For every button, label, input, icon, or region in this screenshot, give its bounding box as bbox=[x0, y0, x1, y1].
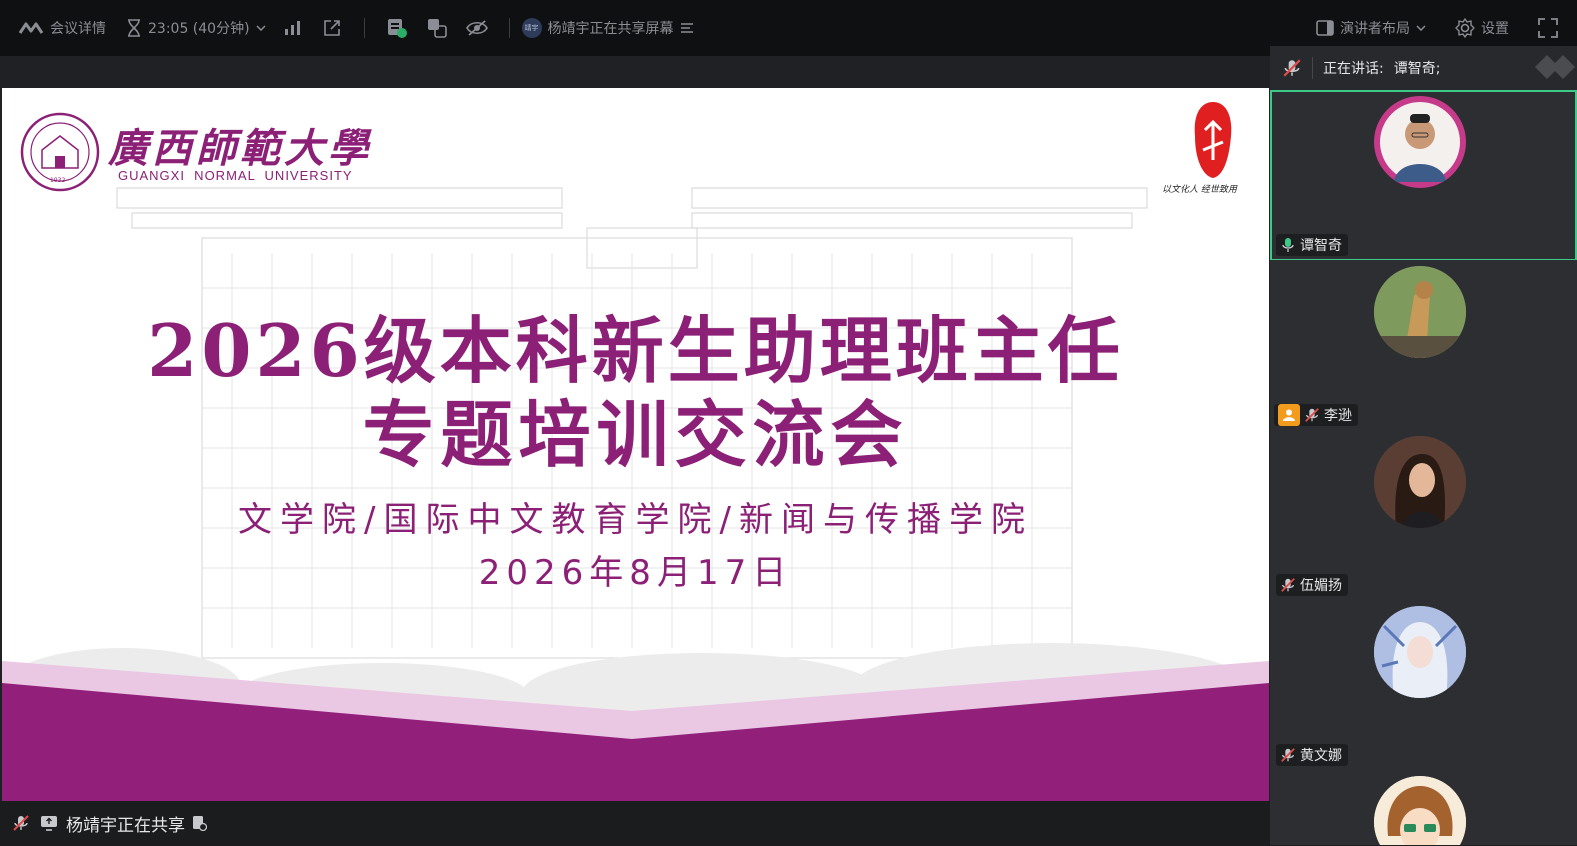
toolbar-divider bbox=[363, 18, 365, 38]
document-small-icon bbox=[193, 816, 207, 831]
participant-name-tag: 李逊 bbox=[1274, 404, 1358, 426]
share-status-text: 杨靖宇正在共享 bbox=[66, 815, 185, 836]
pop-out-button[interactable] bbox=[320, 16, 344, 40]
participant-name-tag: 谭智奇 bbox=[1276, 234, 1348, 256]
meeting-timer[interactable]: 23:05 (40分钟) bbox=[126, 0, 266, 56]
slide-title-line2: 专题培训交流会 bbox=[362, 392, 909, 477]
college-motto: 以文化人 经世致用 bbox=[1162, 185, 1237, 195]
fullscreen-icon bbox=[1538, 18, 1558, 38]
translation-button[interactable] bbox=[425, 16, 449, 40]
layout-icon bbox=[1316, 20, 1334, 36]
university-name-cn: 廣西師範大學 bbox=[108, 125, 372, 172]
eye-off-icon bbox=[465, 20, 488, 36]
avatar bbox=[1374, 436, 1466, 528]
collapse-panel-icon[interactable] bbox=[1527, 52, 1577, 82]
signal-stats-button[interactable] bbox=[280, 16, 304, 40]
hide-annotation-button[interactable] bbox=[465, 16, 489, 40]
fullscreen-button[interactable] bbox=[1536, 16, 1560, 40]
person-badge-icon bbox=[1278, 404, 1300, 426]
slide-footer-banner bbox=[2, 661, 1269, 801]
mic-muted-icon bbox=[1305, 408, 1319, 422]
university-name-en: GUANGXI NORMAL UNIVERSITY bbox=[118, 168, 353, 183]
shared-screen-area: 1932 廣西師範大學 GUANGXI NORMAL UNIVERSITY 以文… bbox=[0, 56, 1270, 845]
list-icon bbox=[680, 23, 693, 33]
sharing-indicator[interactable]: 靖宇 杨靖宇正在共享屏幕 bbox=[521, 0, 694, 56]
speaking-indicator: 正在讲话: 谭智奇; bbox=[1270, 46, 1577, 91]
participant-tile[interactable]: 谭智奇 bbox=[1270, 90, 1577, 261]
mic-muted-icon bbox=[1281, 578, 1295, 592]
document-badge-icon bbox=[387, 19, 407, 38]
external-link-icon bbox=[323, 20, 340, 36]
participant-name-tag: 黄文娜 bbox=[1276, 744, 1348, 766]
timer-text: 23:05 (40分钟) bbox=[148, 21, 250, 37]
participant-panel: 正在讲话: 谭智奇; 谭智奇 李逊 伍媚扬 黄文娜 bbox=[1270, 46, 1577, 846]
sharing-status-text: 杨靖宇正在共享屏幕 bbox=[547, 21, 674, 37]
participant-tile[interactable]: 李逊 bbox=[1270, 260, 1577, 431]
mic-muted-icon bbox=[1281, 748, 1295, 762]
participant-name: 李逊 bbox=[1324, 408, 1352, 424]
meeting-info-label: 会议详情 bbox=[50, 21, 106, 37]
toolbar-divider bbox=[508, 18, 510, 38]
participant-tile[interactable]: 伍媚扬 bbox=[1270, 430, 1577, 601]
participant-name: 谭智奇 bbox=[1300, 238, 1342, 254]
seal-year: 1932 bbox=[50, 177, 66, 184]
speaking-name: 谭智奇; bbox=[1393, 61, 1441, 77]
avatar bbox=[1374, 606, 1466, 698]
meeting-info-button[interactable]: 会议详情 bbox=[18, 0, 106, 56]
layout-label: 演讲者布局 bbox=[1340, 21, 1410, 37]
avatar bbox=[1374, 266, 1466, 358]
signal-bars-icon bbox=[284, 21, 300, 35]
avatar bbox=[1374, 776, 1466, 845]
mic-active-icon bbox=[1282, 238, 1294, 252]
divider bbox=[1312, 57, 1313, 79]
slide-subtitle-line2: 2026年8月17日 bbox=[478, 553, 793, 593]
chevron-down-icon bbox=[256, 25, 266, 31]
mic-muted-icon[interactable] bbox=[1282, 58, 1302, 78]
college-emblem-logo bbox=[1194, 102, 1232, 178]
share-status-bar: 杨靖宇正在共享 bbox=[0, 801, 1270, 845]
shared-slide: 1932 廣西師範大學 GUANGXI NORMAL UNIVERSITY 以文… bbox=[2, 88, 1269, 801]
participant-name: 黄文娜 bbox=[1300, 748, 1342, 764]
chevron-down-icon bbox=[1416, 25, 1426, 31]
tencent-meeting-logo-icon bbox=[18, 22, 44, 34]
slide-subtitle-line1: 文学院/国际中文教育学院/新闻与传播学院 bbox=[238, 500, 1033, 540]
document-button[interactable] bbox=[385, 16, 409, 40]
screen-share-icon bbox=[41, 816, 57, 831]
participant-tile[interactable] bbox=[1270, 770, 1577, 846]
participant-name: 伍媚扬 bbox=[1300, 578, 1342, 594]
sharer-avatar: 靖宇 bbox=[521, 18, 542, 38]
gear-icon bbox=[1455, 18, 1475, 38]
settings-label: 设置 bbox=[1481, 21, 1509, 37]
translate-icon bbox=[427, 19, 447, 38]
hourglass-icon bbox=[128, 19, 140, 37]
speaking-label: 正在讲话: bbox=[1323, 61, 1384, 77]
avatar bbox=[1374, 96, 1466, 188]
participant-tile[interactable]: 黄文娜 bbox=[1270, 600, 1577, 771]
participant-name-tag: 伍媚扬 bbox=[1276, 574, 1348, 596]
mic-muted-icon[interactable] bbox=[12, 814, 30, 832]
